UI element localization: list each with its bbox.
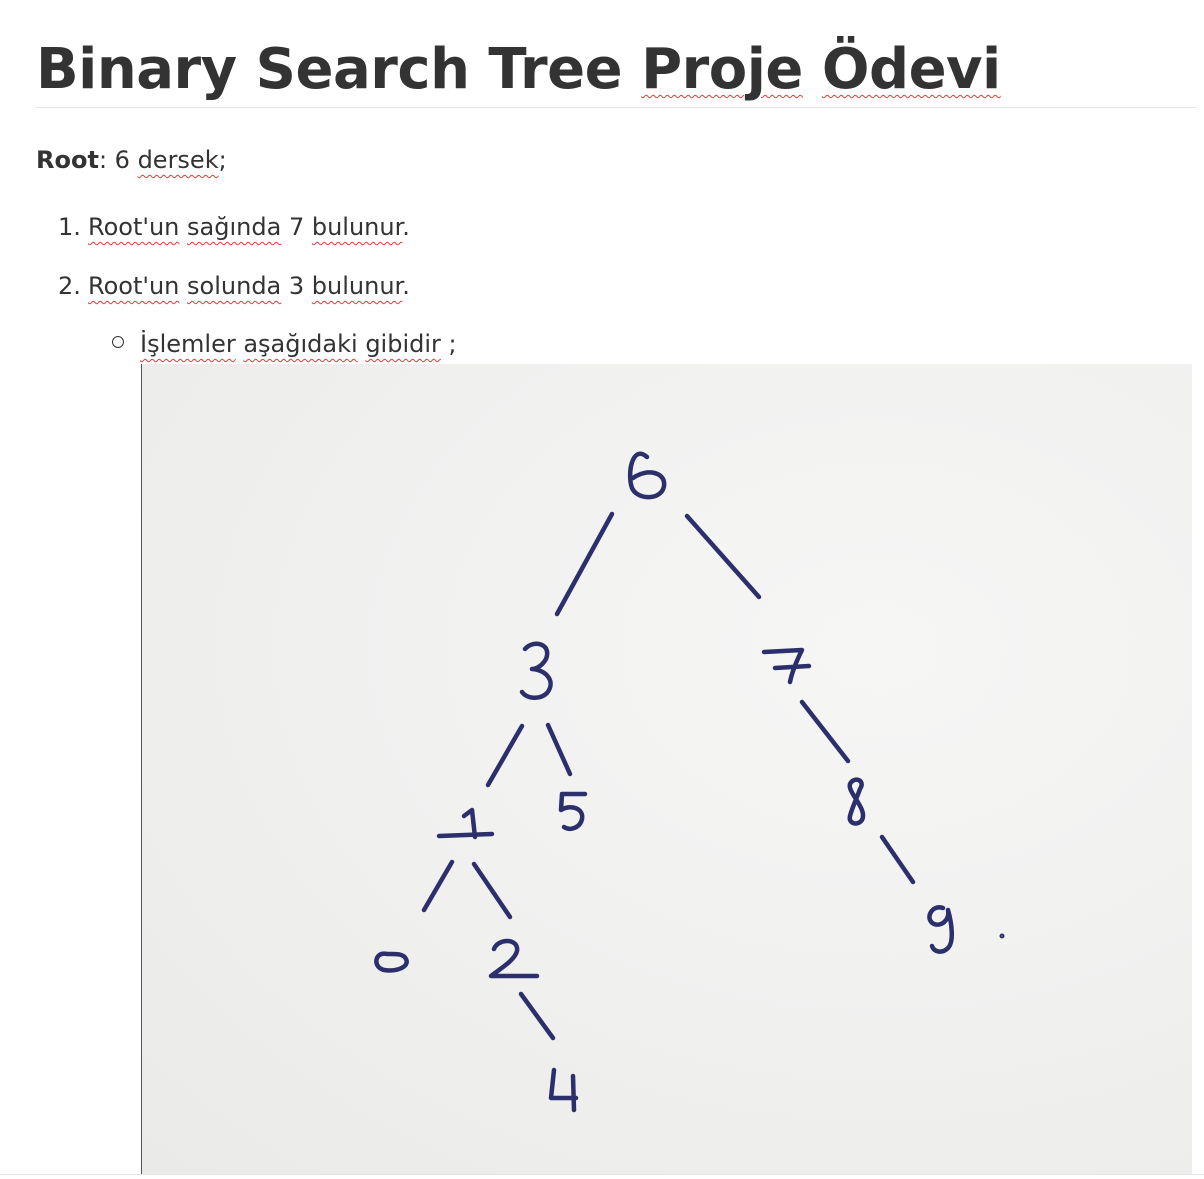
title-word-odevi: Ödevi [821,37,1001,102]
edge-6-7 [684,513,762,600]
ink-dot [999,933,1005,939]
list-item: 2. Root'un solunda 3 bulunur. [58,269,410,303]
edge-6-3 [554,511,615,617]
root-paragraph: Root: 6 dersek; [36,146,227,174]
node-1-bar [436,831,495,839]
list-number: 2. [58,272,81,300]
node-3 [519,641,553,700]
circle-bullet-icon [112,336,124,348]
edge-1-0 [421,859,455,913]
node-6 [627,451,667,500]
sub-list-item: İşlemler aşağıdaki gibidir ; [112,327,457,361]
edge-3-5 [545,722,573,777]
node-0 [374,951,409,973]
root-label: Root [36,146,99,174]
node-9 [927,905,954,954]
list-item: 1. Root'un sağında 7 bulunur. [58,210,410,244]
edge-2-4 [518,991,556,1041]
handwritten-tree-drawing [374,451,1005,1113]
node-2 [488,938,540,979]
root-word-dersek: dersek [137,146,219,174]
tree-photo [141,364,1192,1174]
page-title: Binary Search Tree Proje Ödevi [36,26,1001,114]
edge-1-2 [471,861,513,920]
node-8 [847,777,866,826]
title-word-proje: Proje [641,37,803,102]
edge-3-1 [485,723,525,788]
title-text: Binary Search Tree [36,37,642,102]
node-4-stem [570,1073,577,1113]
document-page: Binary Search Tree Proje Ödevi Root: 6 d… [0,0,1204,1179]
list-number: 1. [58,213,81,241]
edge-8-9 [879,834,916,885]
edge-7-8 [799,699,851,764]
title-divider [36,107,1196,108]
node-7-bar [772,663,812,671]
node-5 [558,791,588,831]
bottom-divider [0,1174,1204,1175]
